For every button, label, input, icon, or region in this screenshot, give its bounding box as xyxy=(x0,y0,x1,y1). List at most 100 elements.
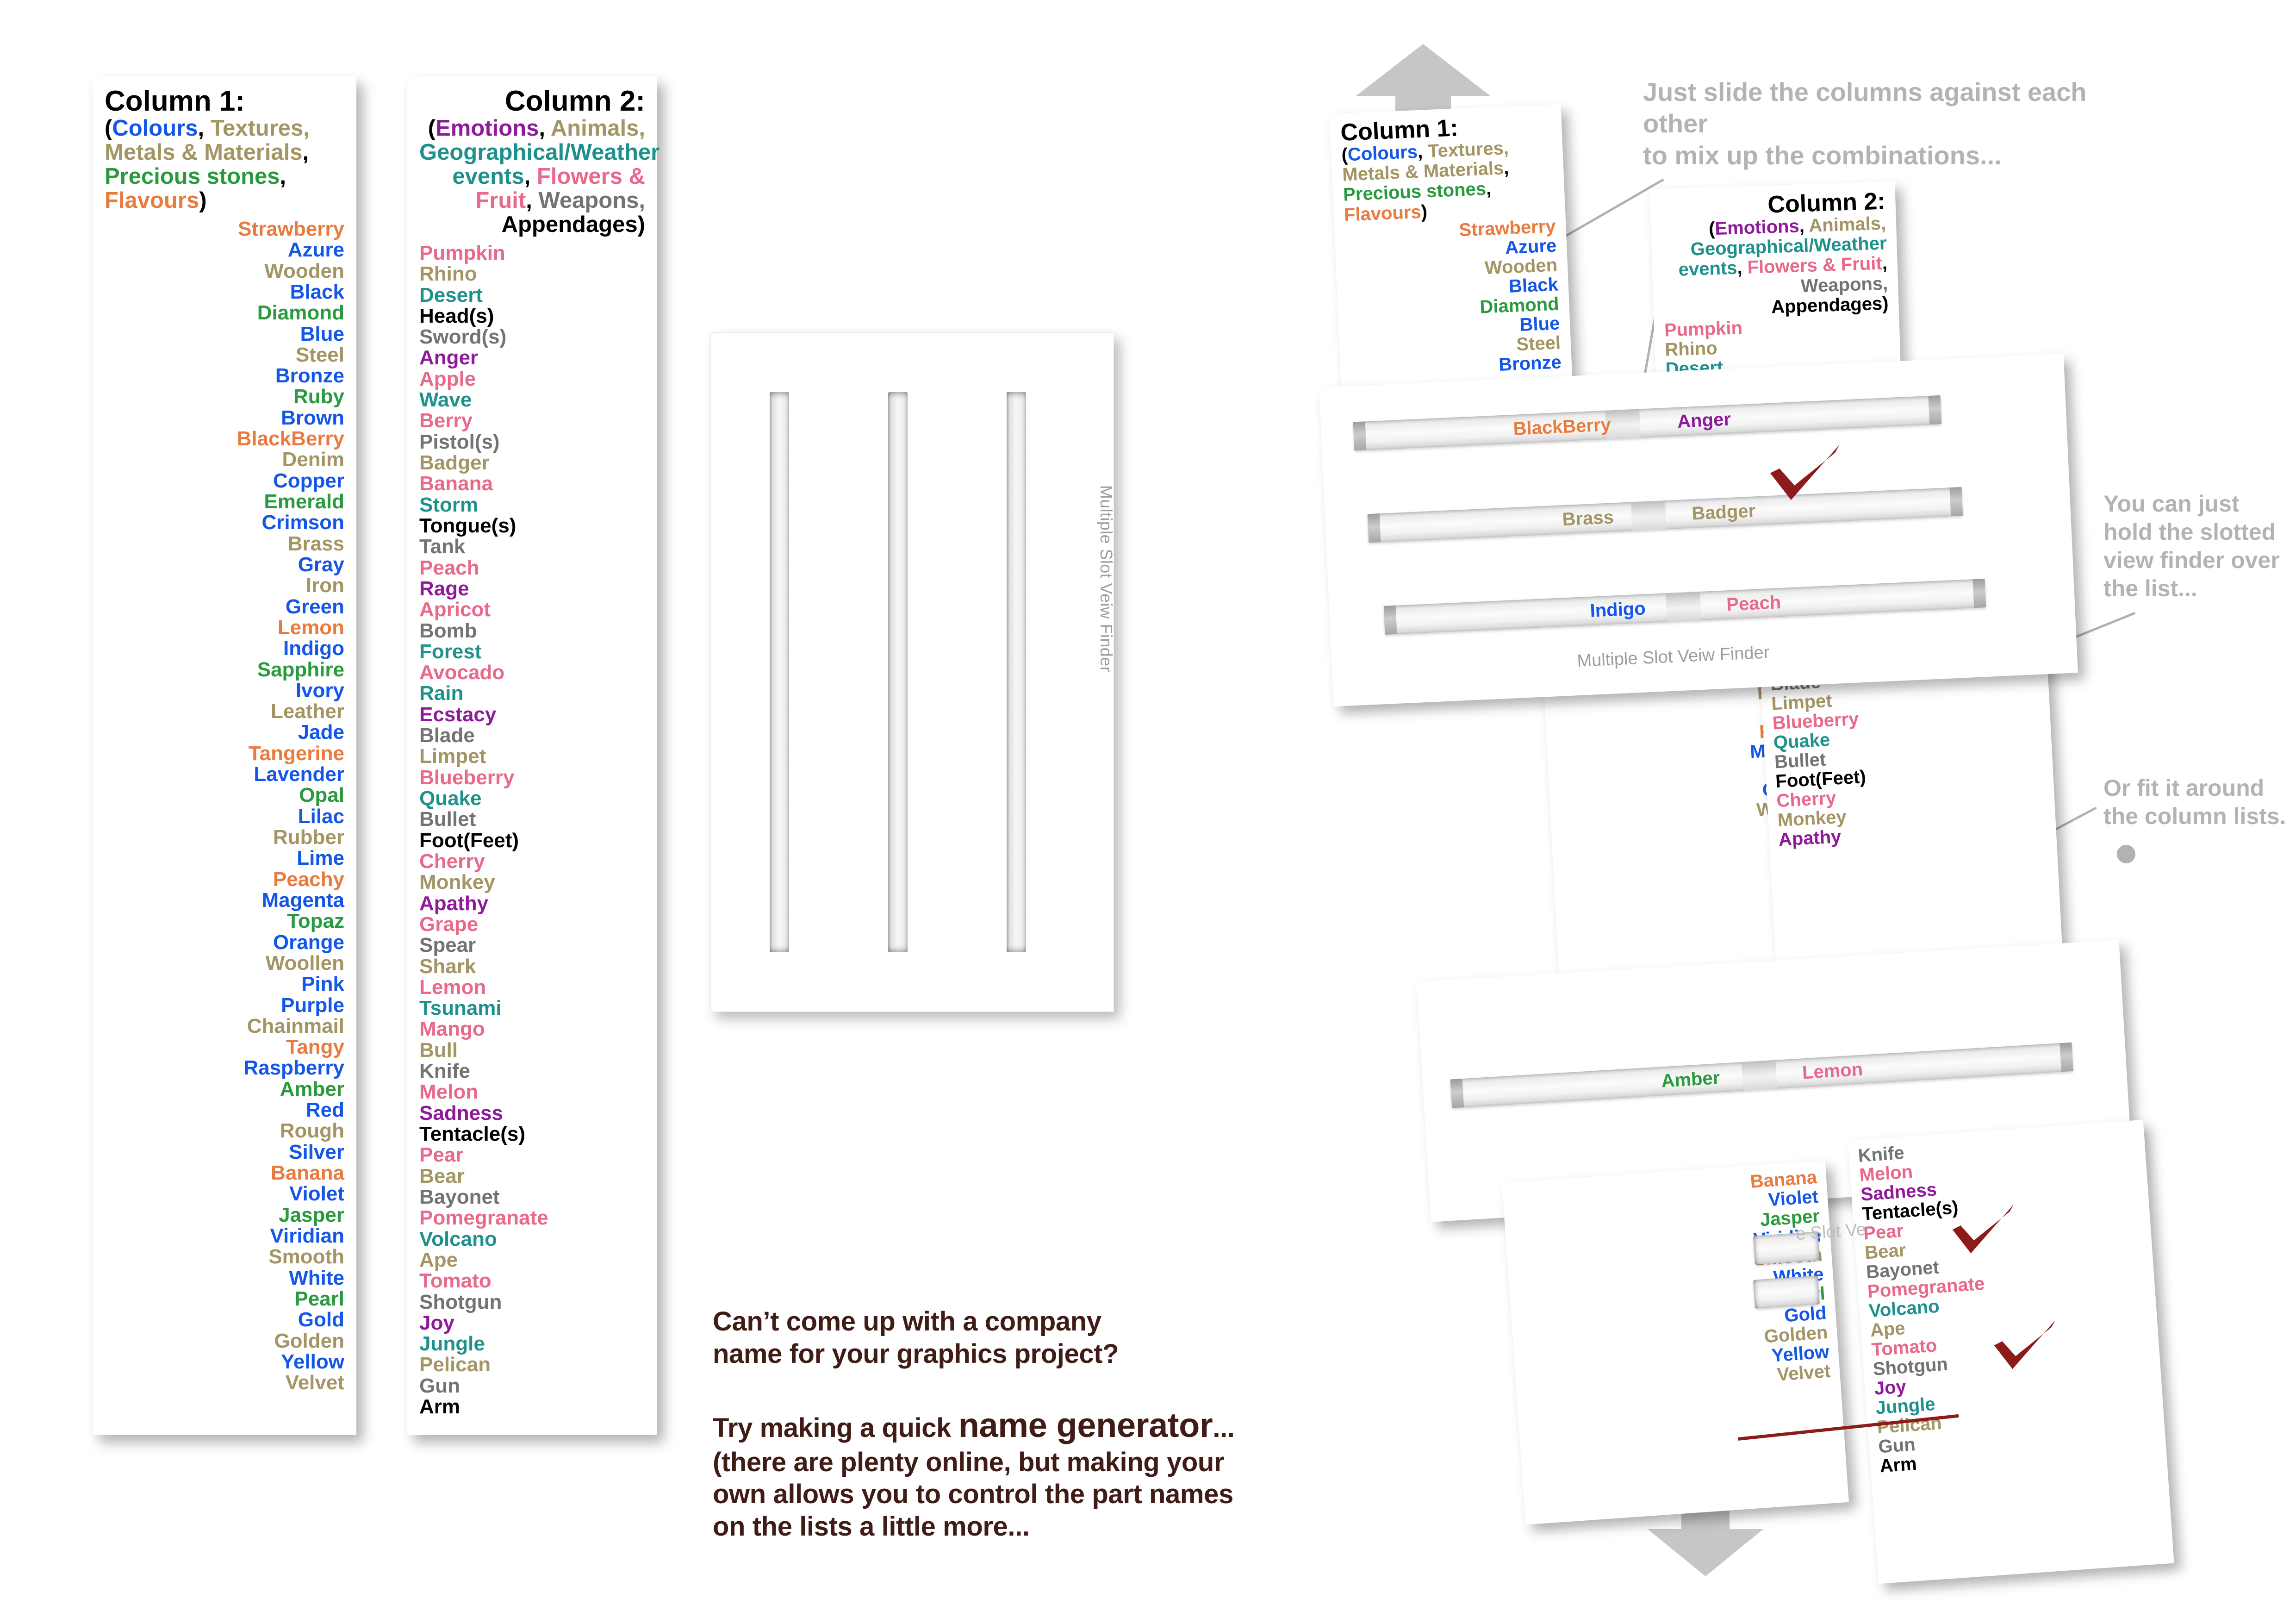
list-item: Arm xyxy=(419,1395,460,1418)
list-item: Lemon xyxy=(277,616,344,639)
slot-cap-left xyxy=(1383,605,1397,635)
list-item: Crimson xyxy=(261,511,344,534)
note-fit-line-2: the column lists. xyxy=(2103,803,2286,829)
slot-strip-3[interactable]: Indigo Peach xyxy=(1383,579,1986,635)
blurb-line-3-tail: ... xyxy=(1213,1413,1235,1443)
list-item: Woollen xyxy=(265,951,344,974)
list-item: Ecstacy xyxy=(419,703,497,726)
viewfinder-slot-3 xyxy=(1007,392,1026,952)
list-item: Bomb xyxy=(419,619,477,642)
list-item: Ape xyxy=(419,1248,458,1271)
slot-cap-right xyxy=(1949,487,1963,517)
list-item: Pomegranate xyxy=(419,1206,548,1230)
subtitle-segment: , xyxy=(1881,253,1888,274)
column-2-card: Column 2: (Emotions, Animals, Geographica… xyxy=(407,76,660,1435)
note-slide-columns: Just slide the columns against each othe… xyxy=(1643,76,2157,171)
column-2-subtitle: (Emotions, Animals, Geographical/Weather … xyxy=(419,116,660,237)
list-item: Wave xyxy=(419,388,472,412)
subtitle-segment: Weapons, xyxy=(538,188,645,213)
subtitle-segment: Animals, xyxy=(1808,213,1886,236)
column-2-title: Column 2: xyxy=(504,85,645,117)
slot-word-right: Peach xyxy=(1726,592,1782,615)
subtitle-segment: Appendages xyxy=(501,212,638,237)
slot-strip-4[interactable]: Amber Lemon xyxy=(1450,1042,2073,1108)
bottom-column-1-list-card: BananaVioletJasperViridianSmoothWhitePea… xyxy=(1502,1160,1849,1525)
list-item: Wooden xyxy=(264,259,344,282)
list-item: Magenta xyxy=(261,888,344,912)
slot-strip-2[interactable]: Brass Badger xyxy=(1367,487,1963,543)
subtitle-segment: , xyxy=(280,164,286,189)
list-item: Emerald xyxy=(264,490,344,513)
note-slide-line-2: to mix up the combinations... xyxy=(1643,140,2002,170)
subtitle-segment: Weapons, xyxy=(1800,273,1888,296)
list-item: Jungle xyxy=(419,1332,485,1355)
list-item: Foot(Feet) xyxy=(419,829,519,852)
subtitle-segment: ) xyxy=(637,212,645,237)
list-item: Bear xyxy=(419,1164,465,1187)
tilted-column-1-word-list: Strawberry Azure Wooden Black Diamond Blue Ste… xyxy=(1344,216,1562,381)
tilted-viewfinder-label-1: Multiple Slot Veiw Finder xyxy=(1576,643,1770,671)
list-item: Raspberry xyxy=(243,1056,344,1080)
subtitle-segment: , xyxy=(198,116,211,141)
list-item: Strawberry xyxy=(238,217,344,240)
list-item: Head(s) xyxy=(419,304,494,327)
multiple-slot-viewfinder[interactable]: Multiple Slot Veiw Finder xyxy=(710,332,1116,1012)
note-hold-line-4: the list... xyxy=(2103,575,2197,601)
note-hold-line-2: hold the slotted xyxy=(2103,519,2276,545)
list-item: Viridian xyxy=(270,1224,344,1247)
slot-word-left: Brass xyxy=(1562,506,1614,530)
list-item: Opal xyxy=(299,784,344,807)
list-item: Gold xyxy=(298,1308,344,1331)
list-item: Sapphire xyxy=(257,658,344,681)
list-item: Yellow xyxy=(281,1350,344,1373)
subtitle-segment: , xyxy=(1417,141,1429,162)
list-item: Pear xyxy=(419,1143,464,1167)
blurb-line-2: name for your graphics project? xyxy=(713,1338,1119,1369)
column-1-title: Column 1: xyxy=(105,85,245,117)
list-item: Tangy xyxy=(286,1036,344,1059)
subtitle-segment: Colours xyxy=(1347,141,1418,165)
list-item: Apple xyxy=(419,367,476,390)
list-item: Golden xyxy=(274,1329,344,1352)
bottom-slot-sliver-2 xyxy=(1753,1275,1820,1309)
list-item: Gray xyxy=(298,553,344,576)
list-item: Badger xyxy=(419,451,490,475)
subtitle-segment: , xyxy=(302,140,309,165)
list-item: Berry xyxy=(419,409,473,432)
note-hold-line-3: view finder over xyxy=(2103,547,2280,573)
list-item: Knife xyxy=(419,1060,470,1083)
list-item: Steel xyxy=(295,343,344,366)
list-item: Joy xyxy=(419,1311,454,1334)
list-item: Azure xyxy=(287,238,344,262)
list-item: Brown xyxy=(281,406,344,429)
tilted-viewfinder-card-1[interactable]: BlackBerry Anger Brass Badger Indigo Pea… xyxy=(1319,353,2078,707)
subtitle-segment: , xyxy=(1486,178,1492,200)
list-item: Tomato xyxy=(419,1269,492,1293)
list-item: Banana xyxy=(419,472,493,495)
list-item: Sadness xyxy=(419,1101,503,1124)
slot-strip-1[interactable]: BlackBerry Anger xyxy=(1353,395,1942,451)
list-item: Copper xyxy=(273,469,344,492)
blurb-line-1: Can’t come up with a company xyxy=(713,1306,1101,1337)
subtitle-segment: , xyxy=(1736,257,1748,279)
subtitle-segment: ) xyxy=(1882,293,1889,314)
list-item: Purple xyxy=(281,993,344,1017)
list-item: Lime xyxy=(297,847,344,870)
list-item: Blade xyxy=(419,724,475,747)
list-item: Tangerine xyxy=(248,742,344,765)
slot-cap-left xyxy=(1353,421,1367,451)
list-item: White xyxy=(289,1266,344,1289)
list-item: Black xyxy=(290,280,344,303)
list-item: Forest xyxy=(419,640,482,663)
list-item: Denim xyxy=(282,448,344,471)
list-item: Leather xyxy=(271,700,344,723)
list-item: Spear xyxy=(419,934,476,957)
list-item: Rhino xyxy=(419,262,477,286)
slot-cap-left xyxy=(1367,513,1381,543)
subtitle-segment: Colours xyxy=(112,116,198,141)
poster-canvas: Column 1: (Colours, Textures, Metals & Ma… xyxy=(0,0,2296,1624)
subtitle-segment: ) xyxy=(1420,201,1428,222)
list-item: Blue xyxy=(300,322,344,345)
subtitle-segment: , xyxy=(1503,157,1510,179)
list-item: Shotgun xyxy=(419,1290,502,1313)
